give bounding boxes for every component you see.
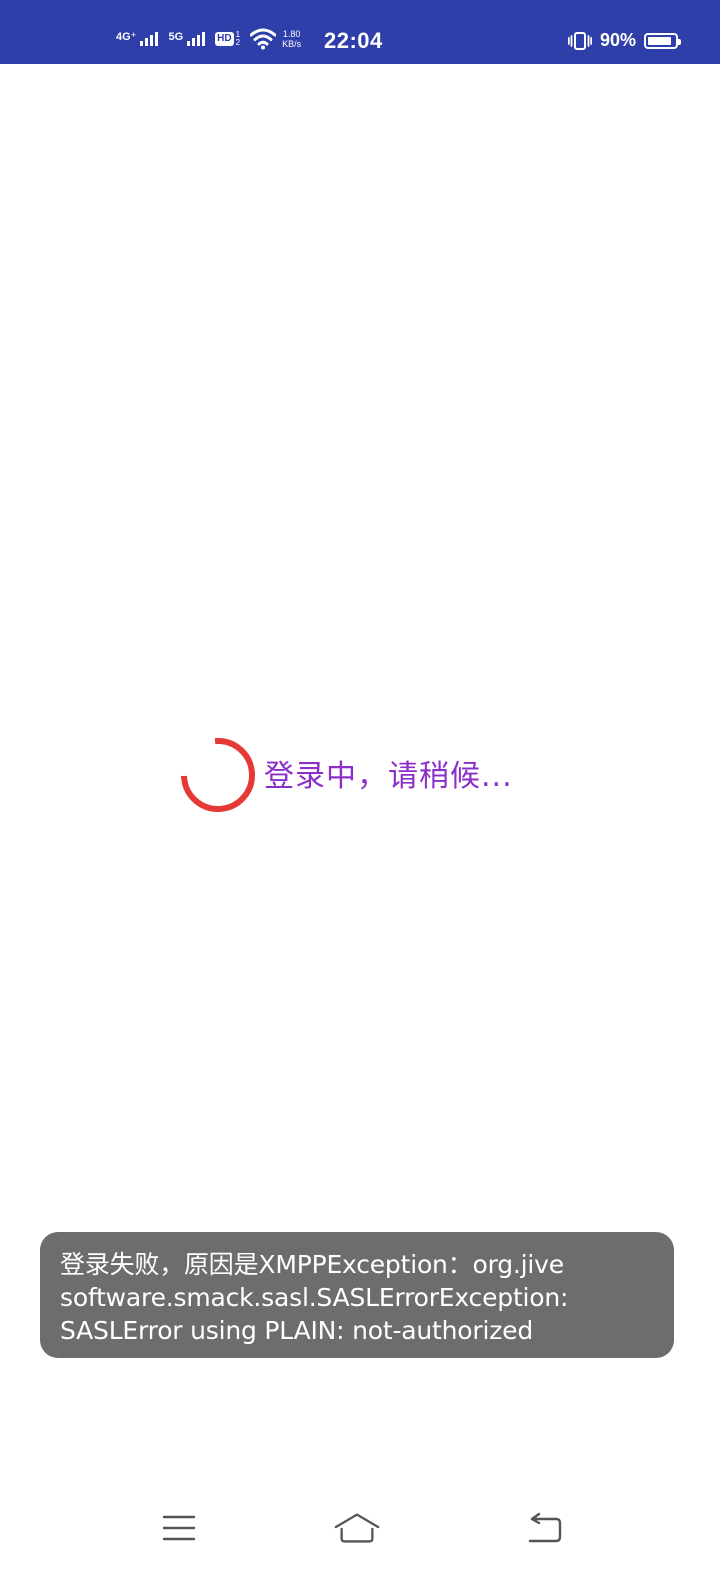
signal-bars-icon: [140, 32, 159, 46]
network-speed: 1.80 KB/s: [282, 29, 301, 49]
network-speed-value: 1.80: [282, 29, 301, 39]
battery-fill: [648, 36, 672, 45]
battery-percent: 90%: [599, 30, 636, 50]
network-speed-unit: KB/s: [282, 39, 302, 49]
status-right-group: 90%: [567, 30, 681, 51]
home-icon: [334, 1513, 380, 1543]
status-time: 22:04: [324, 28, 383, 53]
home-button[interactable]: [333, 1506, 381, 1550]
loading-text: 登录中，请稍候...: [264, 759, 513, 794]
menu-button[interactable]: [155, 1506, 203, 1550]
signal-4g: 4G⁺: [116, 31, 159, 46]
error-toast: 登录失败，原因是XMPPException：org.jive software.…: [40, 1232, 674, 1358]
status-left-group: 4G⁺ 5G HD 1 2 1.80 KB/s: [116, 24, 301, 54]
navigation-bar: [0, 1500, 720, 1556]
battery-icon: [644, 32, 681, 49]
toast-line: SASLError using PLAIN: not-authorized: [60, 1316, 533, 1345]
back-icon: [528, 1512, 562, 1543]
loading-indicator: 登录中，请稍候...: [178, 735, 513, 815]
signal-4g-label: 4G⁺: [116, 31, 137, 43]
vibrate-icon: [567, 31, 592, 50]
back-button[interactable]: [519, 1506, 567, 1550]
hd-sub: 1 2: [236, 31, 240, 47]
signal-5g-label: 5G: [168, 31, 184, 43]
menu-icon: [162, 1515, 196, 1541]
wifi-icon: [250, 28, 277, 50]
signal-bars-icon: [187, 32, 206, 46]
toast-line: 登录失败，原因是XMPPException：org.jive: [60, 1250, 564, 1279]
hd-icon: HD 1 2: [215, 31, 240, 47]
status-bar: 4G⁺ 5G HD 1 2 1.80 KB/s 22:04 90%: [0, 0, 720, 64]
toast-line: software.smack.sasl.SASLErrorException:: [60, 1283, 569, 1312]
loading-spinner-icon: [181, 738, 255, 812]
hd-label: HD: [215, 32, 234, 46]
signal-5g: 5G: [168, 31, 206, 46]
hd-sub-bottom: 2: [235, 38, 241, 47]
